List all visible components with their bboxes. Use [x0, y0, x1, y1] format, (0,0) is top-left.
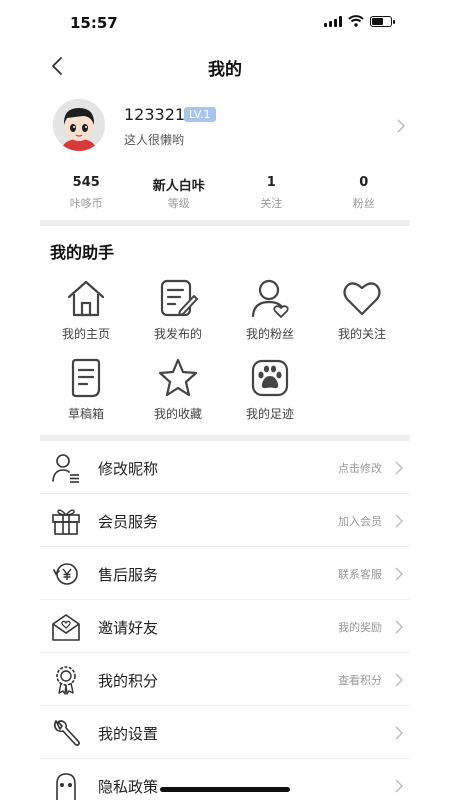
menu-item-privacy-policy[interactable]: 隐私政策	[40, 759, 410, 800]
stat-value: 545	[72, 175, 100, 190]
user-edit-icon	[52, 454, 79, 483]
wifi-icon	[348, 15, 364, 27]
chevron-right-icon	[395, 726, 403, 740]
chevron-right-icon	[395, 461, 403, 475]
menu-hint: 联系客服	[338, 568, 382, 581]
username: 123321	[124, 105, 186, 124]
star-icon	[158, 358, 198, 397]
status-icons	[324, 15, 395, 27]
helper-label: 我的收藏	[153, 407, 202, 421]
helper-label: 我的粉丝	[245, 327, 294, 341]
heart-icon	[343, 282, 381, 316]
stat-label: 咔哆币	[69, 197, 103, 210]
signal-icon	[324, 15, 342, 27]
stat-label: 等级	[167, 197, 190, 210]
chevron-right-icon	[395, 567, 403, 581]
helper-item-home[interactable]: 我的主页	[40, 276, 132, 342]
fans-icon	[251, 279, 289, 318]
invite-mail-icon	[52, 614, 80, 641]
draft-icon	[71, 358, 101, 398]
menu-item-edit-nickname[interactable]: 修改昵称 点击修改	[40, 441, 410, 494]
status-bar: 15:57	[0, 0, 450, 44]
chevron-right-icon	[395, 514, 403, 528]
chevron-right-icon	[395, 620, 403, 634]
gift-icon	[52, 509, 80, 535]
avatar[interactable]	[53, 99, 105, 151]
stat-label: 粉丝	[352, 197, 375, 210]
menu-label: 会员服务	[98, 513, 159, 531]
helper-label: 我的主页	[61, 327, 110, 341]
user-signature: 这人很懒哟	[124, 133, 185, 147]
helper-item-following[interactable]: 我的关注	[316, 276, 408, 342]
home-indicator	[160, 787, 290, 792]
helper-section-title: 我的助手	[50, 243, 115, 262]
menu-label: 隐私政策	[98, 778, 159, 796]
battery-icon	[370, 15, 395, 27]
home-icon	[67, 280, 105, 317]
helper-item-favorites[interactable]: 我的收藏	[132, 356, 224, 422]
helper-item-footprints[interactable]: 我的足迹	[224, 356, 316, 422]
menu-label: 我的积分	[98, 672, 159, 690]
menu-item-settings[interactable]: 我的设置	[40, 706, 410, 759]
chevron-right-icon	[395, 673, 403, 687]
stat-value: 新人白咔	[152, 179, 205, 194]
medal-icon	[56, 666, 76, 695]
wrench-icon	[53, 720, 80, 746]
menu-label: 修改昵称	[98, 460, 159, 478]
stat-fans[interactable]: 0 粉丝	[318, 175, 411, 211]
paw-icon	[251, 359, 289, 397]
helper-label: 我的足迹	[245, 407, 294, 421]
menu-item-invite-friends[interactable]: 邀请好友 我的奖励	[40, 600, 410, 653]
profile-card[interactable]: 123321 LV.1 这人很懒哟	[40, 96, 410, 156]
helper-label: 我的关注	[337, 327, 386, 341]
menu-hint: 加入会员	[338, 515, 382, 528]
menu-item-after-sales[interactable]: 售后服务 联系客服	[40, 547, 410, 600]
helper-item-fans[interactable]: 我的粉丝	[224, 276, 316, 342]
menu-label: 我的设置	[98, 725, 159, 743]
menu-item-points[interactable]: 我的积分 查看积分	[40, 653, 410, 706]
helper-item-posts[interactable]: 我发布的	[132, 276, 224, 342]
menu-item-membership[interactable]: 会员服务 加入会员	[40, 494, 410, 547]
level-badge: LV.1	[184, 107, 216, 122]
yen-service-icon	[53, 563, 78, 585]
settings-menu: 修改昵称 点击修改 会员服务 加入会员 售后服务 联系客服 邀请好友 我的奖励 …	[40, 441, 410, 800]
menu-label: 邀请好友	[98, 619, 159, 637]
privacy-ghost-icon	[56, 773, 76, 800]
chevron-right-icon[interactable]	[394, 116, 408, 136]
menu-hint: 我的奖励	[338, 621, 382, 634]
chevron-right-icon	[395, 779, 403, 793]
stat-value: 1	[266, 175, 276, 190]
edit-note-icon	[160, 279, 198, 317]
stat-coins[interactable]: 545 咔哆币	[40, 175, 133, 211]
status-time: 15:57	[70, 14, 118, 32]
nav-bar: 我的	[0, 44, 450, 88]
page-title: 我的	[208, 60, 242, 80]
stat-following[interactable]: 1 关注	[225, 175, 318, 211]
helper-label: 我发布的	[153, 327, 202, 341]
section-divider	[40, 220, 410, 226]
menu-label: 售后服务	[98, 566, 159, 584]
helper-item-drafts[interactable]: 草稿箱	[40, 356, 132, 422]
stat-label: 关注	[260, 197, 283, 210]
avatar-image	[53, 99, 105, 151]
helper-label: 草稿箱	[67, 407, 104, 421]
stat-value: 0	[359, 175, 369, 190]
stat-level[interactable]: 新人白咔 等级	[133, 175, 226, 211]
menu-hint: 查看积分	[338, 674, 382, 687]
menu-hint: 点击修改	[338, 462, 382, 475]
user-stats: 545 咔哆币 新人白咔 等级 1 关注 0 粉丝	[40, 175, 410, 211]
